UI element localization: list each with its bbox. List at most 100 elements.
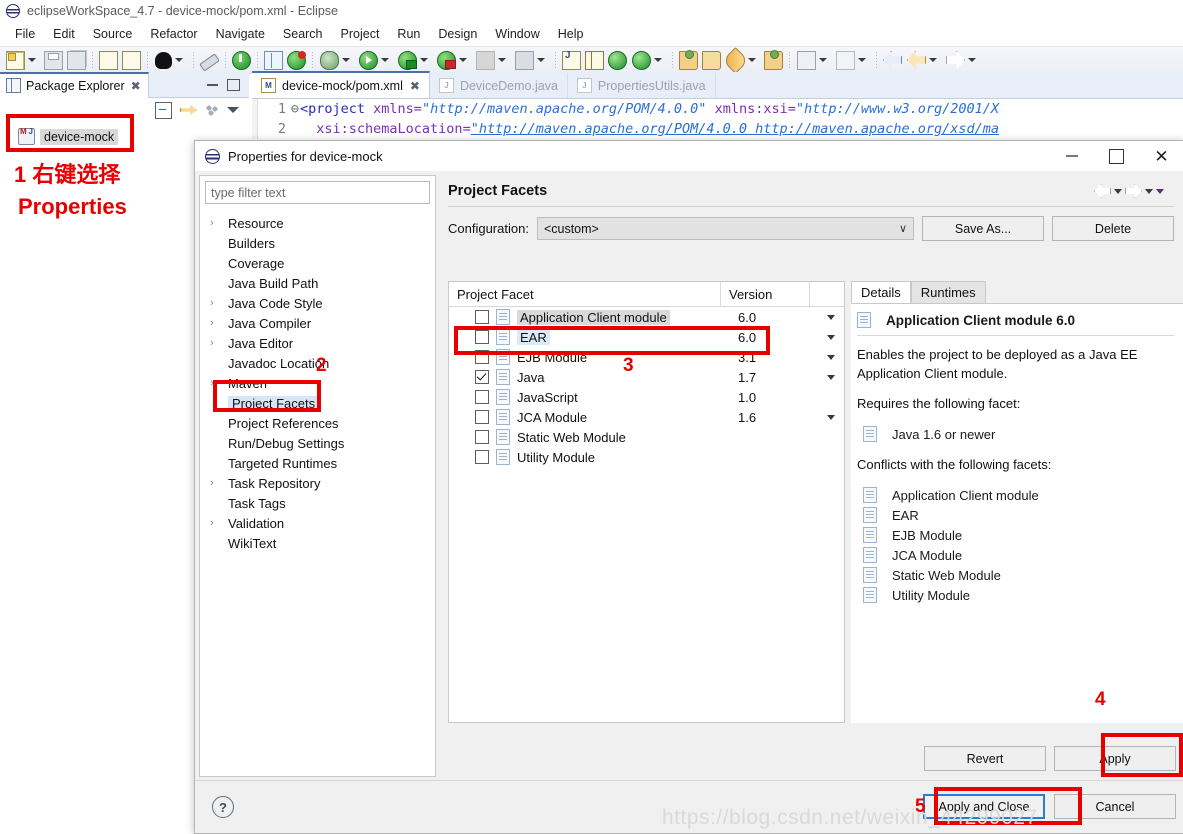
view-menu-dots-icon[interactable] xyxy=(205,104,219,116)
run-server-icon[interactable] xyxy=(398,51,417,70)
tab-runtimes[interactable]: Runtimes xyxy=(911,281,986,303)
tab-details[interactable]: Details xyxy=(851,281,911,303)
open-package-icon[interactable] xyxy=(679,51,698,70)
facet-row[interactable]: JCA Module1.6 xyxy=(449,407,844,427)
view-menu-caret-icon[interactable] xyxy=(227,107,239,113)
open-folder-icon[interactable] xyxy=(702,51,721,70)
cancel-button[interactable]: Cancel xyxy=(1054,794,1176,819)
person-dropdown-icon[interactable] xyxy=(175,58,183,62)
back-arrow-icon[interactable] xyxy=(883,51,902,70)
settings-tree-item-builders[interactable]: Builders xyxy=(204,233,435,253)
print-icon[interactable] xyxy=(99,51,118,70)
menu-item-project[interactable]: Project xyxy=(332,25,389,43)
settings-tree-item-java-code-style[interactable]: ›Java Code Style xyxy=(204,293,435,313)
settings-tree-item-project-facets[interactable]: Project Facets xyxy=(204,393,435,413)
settings-tree-item-targeted-runtimes[interactable]: Targeted Runtimes xyxy=(204,453,435,473)
settings-tree-item-validation[interactable]: ›Validation xyxy=(204,513,435,533)
table-icon[interactable] xyxy=(264,51,283,70)
run-server-red-icon[interactable] xyxy=(437,51,456,70)
new-document-dropdown-icon[interactable] xyxy=(28,58,36,62)
chevron-right-icon[interactable]: › xyxy=(210,377,228,389)
facet-version-cell[interactable]: 1.6 xyxy=(730,410,818,425)
view-menu-caret-icon[interactable] xyxy=(1156,189,1164,194)
back-arrow-icon[interactable] xyxy=(1094,184,1111,198)
menu-item-help[interactable]: Help xyxy=(549,25,593,43)
no-write-icon[interactable] xyxy=(199,53,220,71)
facet-row[interactable]: Utility Module xyxy=(449,447,844,467)
facet-checkbox[interactable] xyxy=(475,370,489,384)
new-document-icon[interactable] xyxy=(6,51,25,70)
facet-row[interactable]: JavaScript1.0 xyxy=(449,387,844,407)
open-type-icon[interactable] xyxy=(764,51,783,70)
menu-item-search[interactable]: Search xyxy=(274,25,332,43)
maximize-icon[interactable] xyxy=(1094,141,1139,171)
fold-marker-icon[interactable]: ⊖ xyxy=(290,99,300,119)
settings-tree-item-project-references[interactable]: Project References xyxy=(204,413,435,433)
download-dropdown-icon[interactable] xyxy=(819,58,827,62)
settings-tree-item-task-repository[interactable]: ›Task Repository xyxy=(204,473,435,493)
menu-item-navigate[interactable]: Navigate xyxy=(207,25,274,43)
link-with-editor-icon[interactable] xyxy=(180,102,197,119)
settings-tree-item-wikitext[interactable]: WikiText xyxy=(204,533,435,553)
settings-tree-item-run-debug-settings[interactable]: Run/Debug Settings xyxy=(204,433,435,453)
code-editor[interactable]: 1⊖<project xmlns="http://maven.apache.or… xyxy=(252,99,1183,139)
previous-dropdown-icon[interactable] xyxy=(929,58,937,62)
facet-version-cell[interactable]: 1.0 xyxy=(730,390,818,405)
next-arrow-icon[interactable] xyxy=(946,51,965,70)
run-dropdown-icon[interactable] xyxy=(381,58,389,62)
upload-dropdown-icon[interactable] xyxy=(858,58,866,62)
forward-caret-icon[interactable] xyxy=(1145,189,1153,194)
next-dropdown-icon[interactable] xyxy=(968,58,976,62)
settings-tree-item-resource[interactable]: ›Resource xyxy=(204,213,435,233)
close-icon[interactable]: ✖ xyxy=(410,79,420,93)
chevron-down-icon[interactable] xyxy=(827,375,835,380)
settings-tree-item-maven[interactable]: ›Maven xyxy=(204,373,435,393)
minimize-icon[interactable] xyxy=(1049,141,1094,171)
settings-tree-item-java-compiler[interactable]: ›Java Compiler xyxy=(204,313,435,333)
facet-checkbox[interactable] xyxy=(475,410,489,424)
run-icon[interactable] xyxy=(359,51,378,70)
chevron-right-icon[interactable]: › xyxy=(210,477,228,489)
grid-icon[interactable] xyxy=(585,51,604,70)
menu-item-design[interactable]: Design xyxy=(429,25,486,43)
facet-row[interactable]: Java1.7 xyxy=(449,367,844,387)
java-perspective-icon[interactable] xyxy=(562,51,581,70)
chevron-right-icon[interactable]: › xyxy=(210,517,228,529)
configuration-select[interactable]: <custom> ∨ xyxy=(537,217,914,240)
collapse-all-icon[interactable] xyxy=(155,102,172,119)
facet-version-cell[interactable]: 1.7 xyxy=(730,370,818,385)
facet-row[interactable]: EAR6.0 xyxy=(449,327,844,347)
export-dropdown-icon[interactable] xyxy=(537,58,545,62)
terminate-icon[interactable] xyxy=(232,51,251,70)
export-icon[interactable] xyxy=(515,51,534,70)
revert-button[interactable]: Revert xyxy=(924,746,1046,771)
debug-dropdown-icon[interactable] xyxy=(342,58,350,62)
settings-tree-item-coverage[interactable]: Coverage xyxy=(204,253,435,273)
facet-checkbox[interactable] xyxy=(475,350,489,364)
save-icon[interactable] xyxy=(44,51,63,70)
chevron-down-icon[interactable] xyxy=(827,355,835,360)
person-icon[interactable] xyxy=(155,52,172,69)
tab-package-explorer[interactable]: Package Explorer ✖ xyxy=(0,72,149,98)
chevron-down-icon[interactable] xyxy=(827,415,835,420)
minimize-icon[interactable] xyxy=(207,84,218,86)
annotate-icon[interactable] xyxy=(122,51,141,70)
facet-row[interactable]: Application Client module6.0 xyxy=(449,307,844,327)
facet-checkbox[interactable] xyxy=(475,430,489,444)
globe-icon[interactable] xyxy=(608,51,627,70)
settings-tree-item-java-build-path[interactable]: Java Build Path xyxy=(204,273,435,293)
menu-item-file[interactable]: File xyxy=(6,25,44,43)
stop-icon[interactable] xyxy=(476,51,495,70)
chevron-right-icon[interactable]: › xyxy=(210,317,228,329)
facet-checkbox[interactable] xyxy=(475,450,489,464)
delete-button[interactable]: Delete xyxy=(1052,216,1174,241)
close-icon[interactable]: ✖ xyxy=(131,79,141,93)
close-icon[interactable]: ✕ xyxy=(1139,141,1183,171)
menu-item-refactor[interactable]: Refactor xyxy=(141,25,206,43)
settings-tree-item-task-tags[interactable]: Task Tags xyxy=(204,493,435,513)
upload-icon[interactable] xyxy=(836,51,855,70)
save-all-icon[interactable] xyxy=(67,51,86,70)
save-as-button[interactable]: Save As... xyxy=(922,216,1044,241)
help-icon[interactable]: ? xyxy=(212,796,234,818)
facet-version-cell[interactable]: 6.0 xyxy=(730,310,818,325)
